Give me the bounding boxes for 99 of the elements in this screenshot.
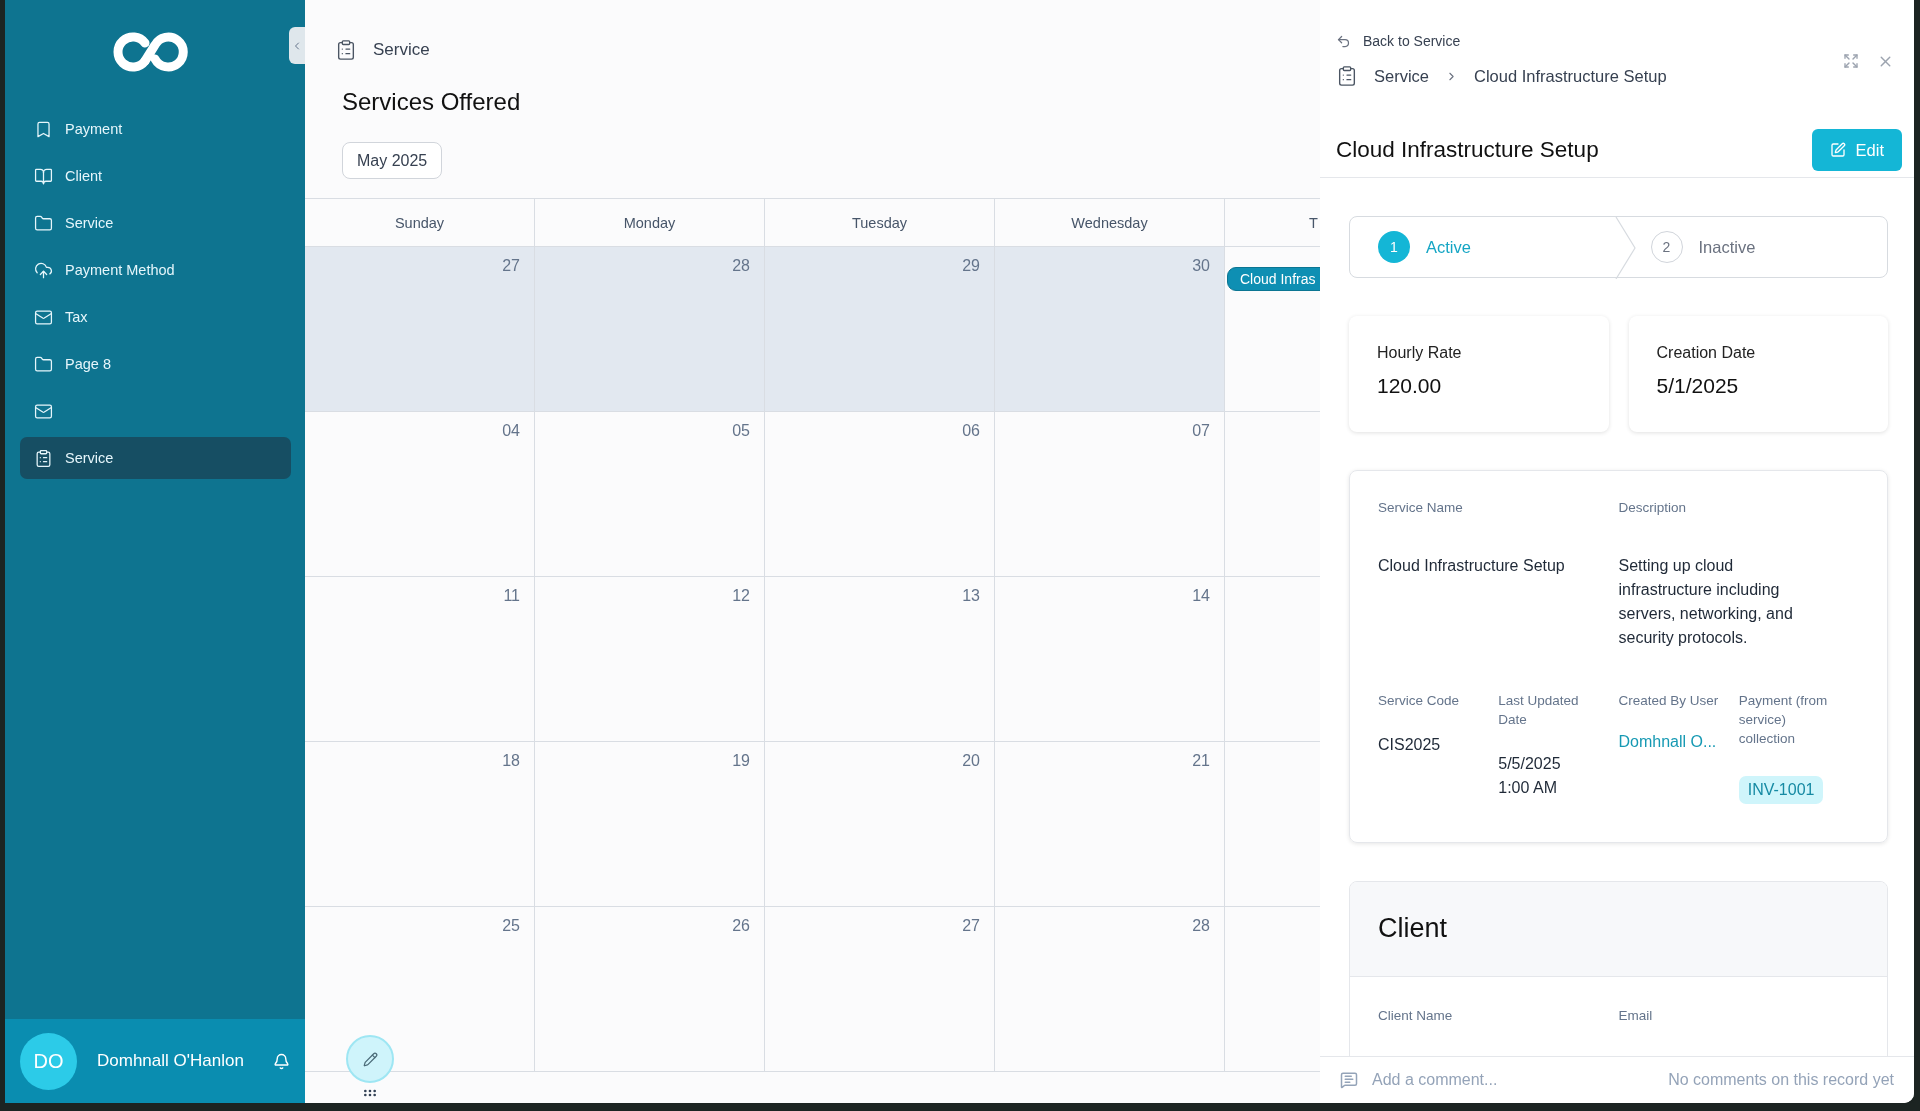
day-number: 04 <box>502 422 520 440</box>
comment-status: No comments on this record yet <box>1668 1071 1894 1089</box>
field-label: Description <box>1618 499 1687 517</box>
sidebar-item[interactable]: Service <box>20 202 291 244</box>
day-cell[interactable]: 13 <box>765 577 995 742</box>
day-number: 06 <box>962 422 980 440</box>
day-cell[interactable]: 07 <box>995 412 1225 577</box>
day-number: 05 <box>732 422 750 440</box>
day-cell[interactable]: 27 <box>305 247 535 412</box>
field-label: Client Name <box>1378 1006 1454 1025</box>
day-cell[interactable]: 18 <box>305 742 535 907</box>
stat-value: 120.00 <box>1377 374 1443 398</box>
day-number: 20 <box>962 752 980 770</box>
field-label: Service Code <box>1378 691 1460 710</box>
folder-icon <box>34 213 53 233</box>
field-value: CIS2025 <box>1378 734 1441 755</box>
step-label: Inactive <box>1698 237 1756 257</box>
step-label: Active <box>1426 237 1471 257</box>
day-number: 11 <box>503 587 520 605</box>
day-number: 27 <box>502 257 520 275</box>
back-link[interactable]: Back to Service <box>1336 33 1894 49</box>
sidebar-item[interactable]: Payment <box>20 108 291 150</box>
pencil-icon <box>362 1051 378 1067</box>
folder-icon <box>34 354 53 374</box>
day-cell[interactable]: 28 <box>995 907 1225 1072</box>
record-tag[interactable]: INV-1001 <box>1738 775 1824 804</box>
breadcrumb-link[interactable]: Service <box>1374 66 1430 86</box>
day-cell[interactable]: 04 <box>305 412 535 577</box>
day-cell[interactable]: 27 <box>765 907 995 1072</box>
user-name: Domhnall O'Hanlon <box>97 1051 245 1071</box>
sidebar-item[interactable]: Payment Method <box>20 249 291 291</box>
status-step[interactable]: 1 Active <box>1350 217 1615 277</box>
collapse-button[interactable] <box>289 27 305 64</box>
edit-button[interactable]: Edit <box>1811 129 1902 171</box>
step-number: 2 <box>1650 231 1683 263</box>
day-number: 25 <box>502 917 520 935</box>
day-cell[interactable]: 11 <box>305 577 535 742</box>
day-number: 26 <box>732 917 750 935</box>
day-cell[interactable]: 19 <box>535 742 765 907</box>
clipboard-icon <box>335 39 357 61</box>
day-number: 28 <box>732 257 750 275</box>
day-number: 19 <box>732 752 750 770</box>
record-title: Cloud Infrastructure Setup <box>1336 137 1599 163</box>
day-number: 29 <box>962 257 980 275</box>
field-label: Created By User <box>1618 691 1719 710</box>
stat-label: Creation Date <box>1656 344 1757 362</box>
cloud-upload-icon <box>34 260 53 280</box>
day-number: 27 <box>962 917 980 935</box>
edit-icon <box>1829 142 1846 158</box>
stat-value: 5/1/2025 <box>1656 374 1740 398</box>
section-title: Client <box>1378 913 1448 945</box>
field-label: Payment (from service) collection <box>1738 691 1829 748</box>
month-button[interactable]: May 2025 <box>342 142 443 179</box>
sidebar-item[interactable]: Page 8 <box>20 343 291 385</box>
field-value: Setting up cloud infrastructure including servers, networking, and security protocols. <box>1618 555 1794 648</box>
clipboard-icon <box>1336 65 1358 87</box>
sidebar-item[interactable]: Tax <box>20 296 291 338</box>
day-number: 14 <box>1192 587 1210 605</box>
day-number: 13 <box>962 587 980 605</box>
breadcrumb: Service <box>373 40 430 60</box>
day-cell[interactable]: 29 <box>765 247 995 412</box>
day-number: 07 <box>1192 422 1210 440</box>
field-label: Service Name <box>1378 499 1463 517</box>
sidebar-item[interactable]: Service <box>20 437 291 479</box>
comment-field[interactable]: Add a comment... <box>1370 1070 1657 1090</box>
day-cell[interactable]: 21 <box>995 742 1225 907</box>
event-chip[interactable]: Cloud Infras <box>1227 267 1320 291</box>
day-cell[interactable]: 28 <box>535 247 765 412</box>
breadcrumb-current: Cloud Infrastructure Setup <box>1474 66 1667 86</box>
step-number: 1 <box>1378 231 1410 263</box>
field-value: Cloud Infrastructure Setup <box>1378 555 1565 576</box>
stat-label: Hourly Rate <box>1377 344 1463 362</box>
day-cell[interactable]: 25 <box>305 907 535 1072</box>
day-cell[interactable]: 30 <box>995 247 1225 412</box>
day-cell[interactable]: 06 <box>765 412 995 577</box>
day-number: 18 <box>502 752 520 770</box>
page-title: Services Offered <box>342 88 522 116</box>
user-link[interactable]: Domhnall O... <box>1618 732 1717 751</box>
field-label: Last Updated Date <box>1498 691 1580 729</box>
status-step[interactable]: 2 Inactive <box>1636 217 1887 277</box>
sidebar-item[interactable]: Client <box>20 155 291 197</box>
day-number: 12 <box>732 587 750 605</box>
book-icon <box>34 166 53 186</box>
day-cell[interactable]: 05 <box>535 412 765 577</box>
back-arrow-icon <box>1336 33 1351 49</box>
day-number: 21 <box>1192 752 1210 770</box>
comment-icon <box>1340 1071 1358 1089</box>
bell-icon[interactable] <box>273 1052 290 1070</box>
clipboard-icon <box>34 448 53 468</box>
day-cell[interactable]: 20 <box>765 742 995 907</box>
field-value: 5/5/2025 1:00 AM <box>1498 753 1562 798</box>
day-number: 30 <box>1192 257 1210 275</box>
day-cell[interactable]: 14 <box>995 577 1225 742</box>
expand-button[interactable] <box>1843 53 1859 69</box>
field-label: Email <box>1618 1006 1654 1025</box>
day-cell[interactable]: 12 <box>535 577 765 742</box>
bookmark-icon <box>34 119 53 139</box>
day-cell[interactable]: 26 <box>535 907 765 1072</box>
day-number: 28 <box>1192 917 1210 935</box>
